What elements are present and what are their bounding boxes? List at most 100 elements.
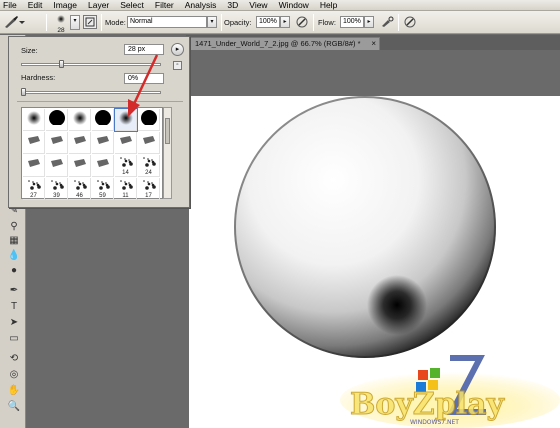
menu-image[interactable]: Image bbox=[53, 0, 77, 11]
brush-preset-size: 24 bbox=[145, 170, 152, 176]
opacity-label: Opacity: bbox=[224, 18, 252, 27]
splat-brush-icon bbox=[143, 157, 156, 167]
menu-analysis[interactable]: Analysis bbox=[185, 0, 217, 11]
hardness-slider-thumb[interactable] bbox=[21, 88, 26, 96]
menu-filter[interactable]: Filter bbox=[155, 0, 174, 11]
menu-edit[interactable]: Edit bbox=[28, 0, 43, 11]
mode-dropdown-arrow[interactable]: ▾ bbox=[207, 16, 217, 28]
brush-preset-splat[interactable]: 24 bbox=[138, 155, 160, 177]
tip-brush-icon bbox=[28, 136, 40, 144]
document-tab[interactable]: 1471_Under_World_7_2.jpg @ 66.7% (RGB/8#… bbox=[190, 37, 380, 50]
brush-preset-hard[interactable] bbox=[46, 109, 68, 131]
watermark-logo: BoyZplay WINDOWS7.NET bbox=[340, 352, 560, 428]
brush-preset-selected[interactable] bbox=[114, 108, 138, 132]
opacity-input[interactable]: 100% bbox=[256, 16, 280, 28]
brush-preset-size: 59 bbox=[99, 193, 106, 199]
options-bar: 28 ▾ Mode: Normal ▾ Opacity: 100% ▸ Flow… bbox=[0, 11, 560, 34]
menu-help[interactable]: Help bbox=[320, 0, 337, 11]
brush-preset-tip[interactable] bbox=[69, 155, 91, 177]
brush-preset-splat[interactable]: 59 bbox=[92, 178, 114, 200]
document-close-icon[interactable]: × bbox=[371, 38, 376, 50]
brush-preset-soft[interactable] bbox=[23, 109, 45, 131]
new-preset-icon[interactable]: ▫ bbox=[173, 61, 182, 70]
clone-stamp-icon[interactable]: ⚲ bbox=[7, 221, 21, 233]
brush-tool-icon[interactable] bbox=[3, 15, 25, 31]
tablet-pressure-opacity-icon[interactable] bbox=[296, 16, 308, 30]
mode-select[interactable]: Normal bbox=[127, 16, 207, 28]
tip-brush-icon bbox=[74, 159, 86, 167]
type-tool-icon[interactable]: T bbox=[7, 301, 21, 313]
menu-window[interactable]: Window bbox=[279, 0, 309, 11]
brush-picker-dropdown-arrow[interactable]: ▾ bbox=[70, 15, 80, 30]
path-selection-icon[interactable]: ➤ bbox=[7, 317, 21, 329]
size-slider-track[interactable] bbox=[21, 63, 161, 66]
brush-preset-hard[interactable] bbox=[92, 109, 114, 131]
watermark-subtext: WINDOWS7.NET bbox=[410, 419, 459, 426]
brush-panel-toggle-icon[interactable] bbox=[83, 15, 97, 29]
opacity-slider-arrow[interactable]: ▸ bbox=[280, 16, 290, 28]
brush-preset-splat[interactable]: 14 bbox=[115, 155, 137, 177]
brush-preset-tip[interactable] bbox=[138, 132, 160, 154]
airbrush-icon[interactable] bbox=[380, 16, 394, 30]
preset-grid-scrollbar[interactable] bbox=[163, 107, 172, 199]
hard-brush-icon bbox=[95, 110, 111, 126]
brush-preset-leaf[interactable]: 11 bbox=[115, 178, 137, 200]
menu-bar: File Edit Image Layer Select Filter Analysis 3D… bbox=[0, 0, 560, 11]
brush-preset-hard[interactable] bbox=[138, 109, 160, 131]
tablet-pressure-size-icon[interactable] bbox=[404, 16, 416, 30]
watermark-brand: BoyZplay bbox=[350, 387, 506, 422]
brush-preset-tip[interactable] bbox=[46, 155, 68, 177]
brush-preset-tip[interactable] bbox=[92, 132, 114, 154]
brush-preset-splat[interactable]: 39 bbox=[46, 178, 68, 200]
size-slider-thumb[interactable] bbox=[58, 60, 64, 68]
menu-3d[interactable]: 3D bbox=[227, 0, 238, 11]
brush-preset-splat[interactable]: 27 bbox=[23, 178, 45, 200]
menu-select[interactable]: Select bbox=[120, 0, 144, 11]
hardness-input[interactable]: 0% bbox=[124, 73, 164, 84]
dodge-tool-icon[interactable]: ● bbox=[7, 265, 21, 277]
menu-file[interactable]: File bbox=[3, 0, 17, 11]
3d-orbit-icon[interactable]: ◎ bbox=[7, 369, 21, 381]
brush-preset-size: 27 bbox=[30, 193, 37, 199]
hardness-slider-track[interactable] bbox=[21, 91, 161, 94]
menu-layer[interactable]: Layer bbox=[88, 0, 109, 11]
brush-preset-soft[interactable] bbox=[69, 109, 91, 131]
brush-preset-splat[interactable]: 46 bbox=[69, 178, 91, 200]
preset-grid-scroll-thumb[interactable] bbox=[165, 118, 170, 144]
flow-slider-arrow[interactable]: ▸ bbox=[364, 16, 374, 28]
brush-preset-tip[interactable] bbox=[115, 132, 137, 154]
document-tab-title: 1471_Under_World_7_2.jpg @ 66.7% (RGB/8#… bbox=[195, 39, 361, 48]
soft-brush-icon bbox=[73, 111, 87, 125]
tip-brush-icon bbox=[97, 136, 109, 144]
flow-input[interactable]: 100% bbox=[340, 16, 364, 28]
brush-preset-tip[interactable] bbox=[23, 132, 45, 154]
tip-brush-icon bbox=[51, 136, 63, 144]
gradient-tool-icon[interactable]: ▦ bbox=[7, 235, 21, 247]
brush-preset-tip[interactable] bbox=[46, 132, 68, 154]
brush-preset-size: 11 bbox=[122, 193, 129, 199]
brush-preset-size: 46 bbox=[76, 193, 83, 199]
splat-brush-icon bbox=[120, 157, 133, 167]
size-label: Size: bbox=[21, 46, 38, 55]
splat-brush-icon bbox=[97, 180, 110, 190]
leaf-brush-icon bbox=[120, 180, 133, 190]
brush-preset-tip[interactable] bbox=[69, 132, 91, 154]
splat-brush-icon bbox=[74, 180, 87, 190]
brush-preset-splat[interactable]: 17 bbox=[138, 178, 160, 200]
pen-tool-icon[interactable]: ✒ bbox=[7, 285, 21, 297]
hand-tool-icon[interactable]: ✋ bbox=[7, 385, 21, 397]
blur-tool-icon[interactable]: 💧 bbox=[7, 250, 21, 262]
3d-rotate-icon[interactable]: ⟲ bbox=[7, 353, 21, 365]
shape-tool-icon[interactable]: ▭ bbox=[7, 333, 21, 345]
splat-brush-icon bbox=[143, 180, 156, 190]
zoom-tool-icon[interactable]: 🔍 bbox=[7, 401, 21, 413]
brush-preset-tip[interactable] bbox=[92, 155, 114, 177]
brush-preset-picker[interactable]: 28 bbox=[52, 13, 70, 34]
soft-brush-icon bbox=[119, 111, 133, 125]
size-input[interactable]: 28 px bbox=[124, 44, 164, 55]
panel-menu-icon[interactable]: ▸ bbox=[171, 43, 184, 56]
menu-view[interactable]: View bbox=[249, 0, 267, 11]
hard-brush-icon bbox=[49, 110, 65, 126]
panel-divider bbox=[17, 101, 183, 102]
brush-preset-tip[interactable] bbox=[23, 155, 45, 177]
